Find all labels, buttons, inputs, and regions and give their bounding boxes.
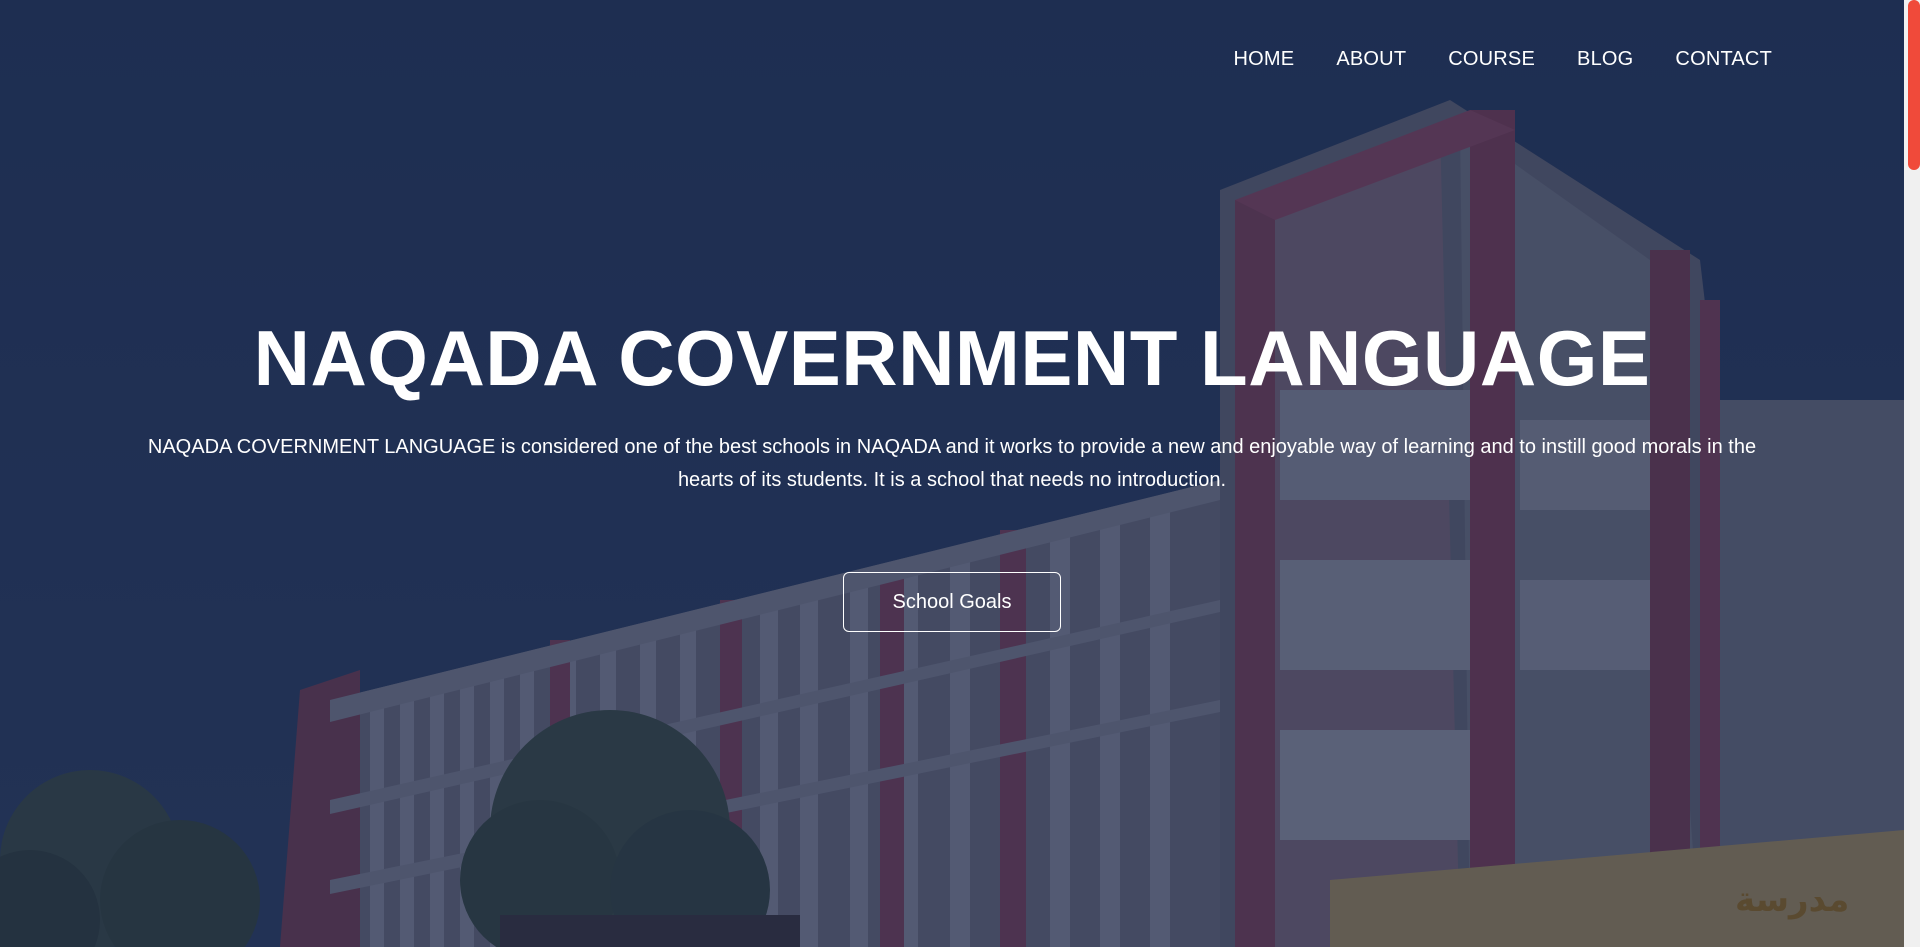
sign-text: مدرسة (1735, 880, 1850, 920)
nav-course[interactable]: COURSE (1448, 48, 1535, 71)
nav-home[interactable]: HOME (1234, 48, 1295, 71)
nav-contact[interactable]: CONTACT (1675, 48, 1772, 71)
nav-about[interactable]: ABOUT (1336, 48, 1406, 71)
hero-title: NAQADA COVERNMENT LANGUAGE (253, 314, 1651, 402)
school-goals-button[interactable]: School Goals (843, 572, 1061, 632)
main-nav: HOME ABOUT COURSE BLOG CONTACT (1234, 48, 1772, 71)
nav-blog[interactable]: BLOG (1577, 48, 1633, 71)
scrollbar-thumb[interactable] (1908, 0, 1920, 170)
hero-description: NAQADA COVERNMENT LANGUAGE is considered… (147, 436, 1757, 491)
page-scrollbar[interactable] (1904, 0, 1920, 947)
